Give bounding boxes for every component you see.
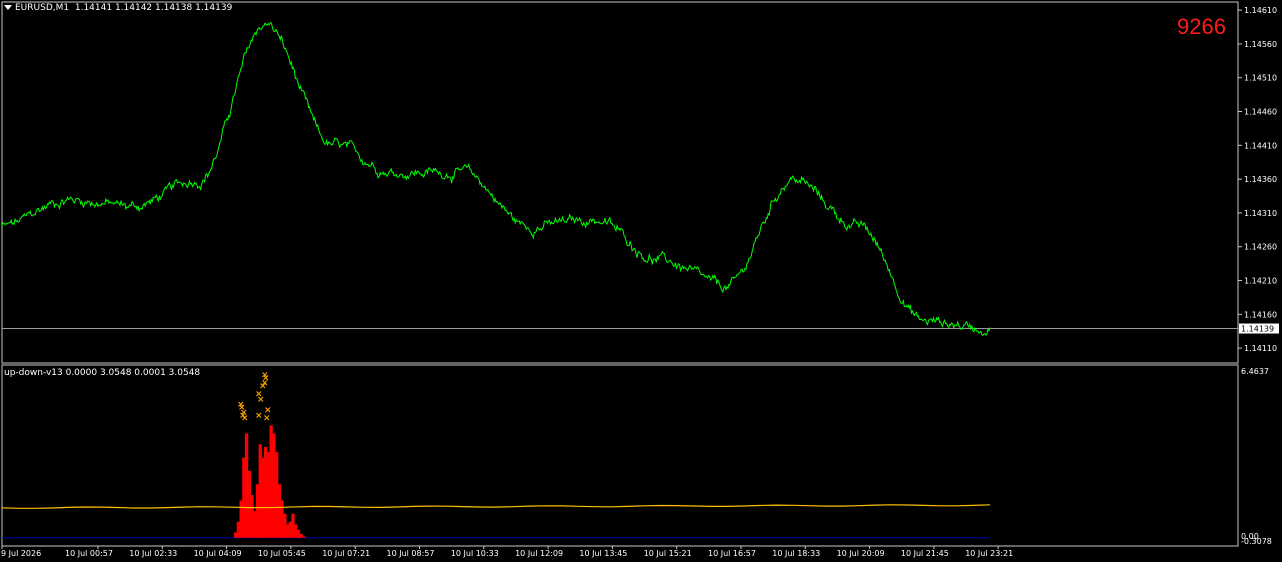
price-tick-label: 1.14160	[1244, 310, 1277, 319]
time-tick-label: 10 Jul 15:21	[644, 549, 692, 558]
time-tick-label: 10 Jul 16:57	[708, 549, 756, 558]
price-tick-label: 1.14360	[1244, 175, 1277, 184]
time-tick-label: 10 Jul 04:09	[194, 549, 242, 558]
time-axis: 9 Jul 2026 10 Jul 00:57 10 Jul 02:33 10 Jul…	[1, 546, 1013, 558]
time-tick-label: 10 Jul 10:33	[451, 549, 499, 558]
indicator-max-label: 6.4637	[1241, 367, 1269, 376]
price-tick-label: 1.14610	[1244, 6, 1277, 15]
price-tick-label: 1.14460	[1244, 108, 1277, 117]
price-axis: 1.14610 1.14560 1.14510 1.14460 1.14410 1.143…	[1238, 6, 1279, 353]
signal-marker: ×	[263, 413, 271, 423]
price-tick-label: 1.14110	[1244, 344, 1277, 353]
time-tick-label: 10 Jul 18:33	[772, 549, 820, 558]
signal-marker: ×	[257, 395, 265, 405]
time-tick-label: 10 Jul 00:57	[65, 549, 113, 558]
chevron-down-icon[interactable]	[4, 5, 12, 10]
histogram-bar	[302, 536, 306, 538]
indicator-plot-area[interactable]	[1, 364, 1239, 547]
price-tick-label: 1.14560	[1244, 40, 1277, 49]
indicator-label: up-down-v13 0.0000 3.0548 0.0001 3.0548	[4, 368, 201, 378]
time-tick-label: 10 Jul 07:21	[322, 549, 370, 558]
time-tick-label: 9 Jul 2026	[1, 549, 41, 558]
symbol-header: EURUSD,M1 1.14141 1.14142 1.14138 1.1413…	[4, 3, 232, 13]
time-tick-label: 10 Jul 02:33	[129, 549, 177, 558]
time-tick-label: 10 Jul 23:21	[965, 549, 1013, 558]
signal-marker: ×	[255, 411, 263, 421]
indicator-axis: 6.46370.00-0.3078	[1241, 367, 1272, 546]
ohlc-values: 1.14141 1.14142 1.14138 1.14139	[74, 3, 233, 13]
chart-window[interactable]: ×××××××× ×× ×× ×× 1.146101.145601.145101.14…	[0, 0, 1282, 562]
price-tick-label: 1.14260	[1244, 243, 1277, 252]
price-tick-label: 1.14410	[1244, 141, 1277, 150]
price-tick-label: 1.14510	[1244, 74, 1277, 83]
symbol-label: EURUSD,M1	[15, 3, 70, 13]
time-tick-label: 10 Jul 21:45	[901, 549, 949, 558]
signal-marker: ×	[241, 413, 249, 423]
time-tick-label: 10 Jul 20:09	[837, 549, 885, 558]
indicator-min-label: -0.3078	[1241, 537, 1272, 546]
time-tick-label: 10 Jul 12:09	[515, 549, 563, 558]
time-tick-label: 10 Jul 13:45	[579, 549, 627, 558]
bar-counter: 9266	[1177, 14, 1226, 39]
time-tick-label: 10 Jul 08:57	[387, 549, 435, 558]
price-tick-label: 1.14310	[1244, 209, 1277, 218]
time-tick-label: 10 Jul 05:45	[258, 549, 306, 558]
current-price-label: 1.14139	[1241, 325, 1274, 334]
price-tick-label: 1.14210	[1244, 277, 1277, 286]
main-plot-area[interactable]	[1, 1, 1239, 364]
